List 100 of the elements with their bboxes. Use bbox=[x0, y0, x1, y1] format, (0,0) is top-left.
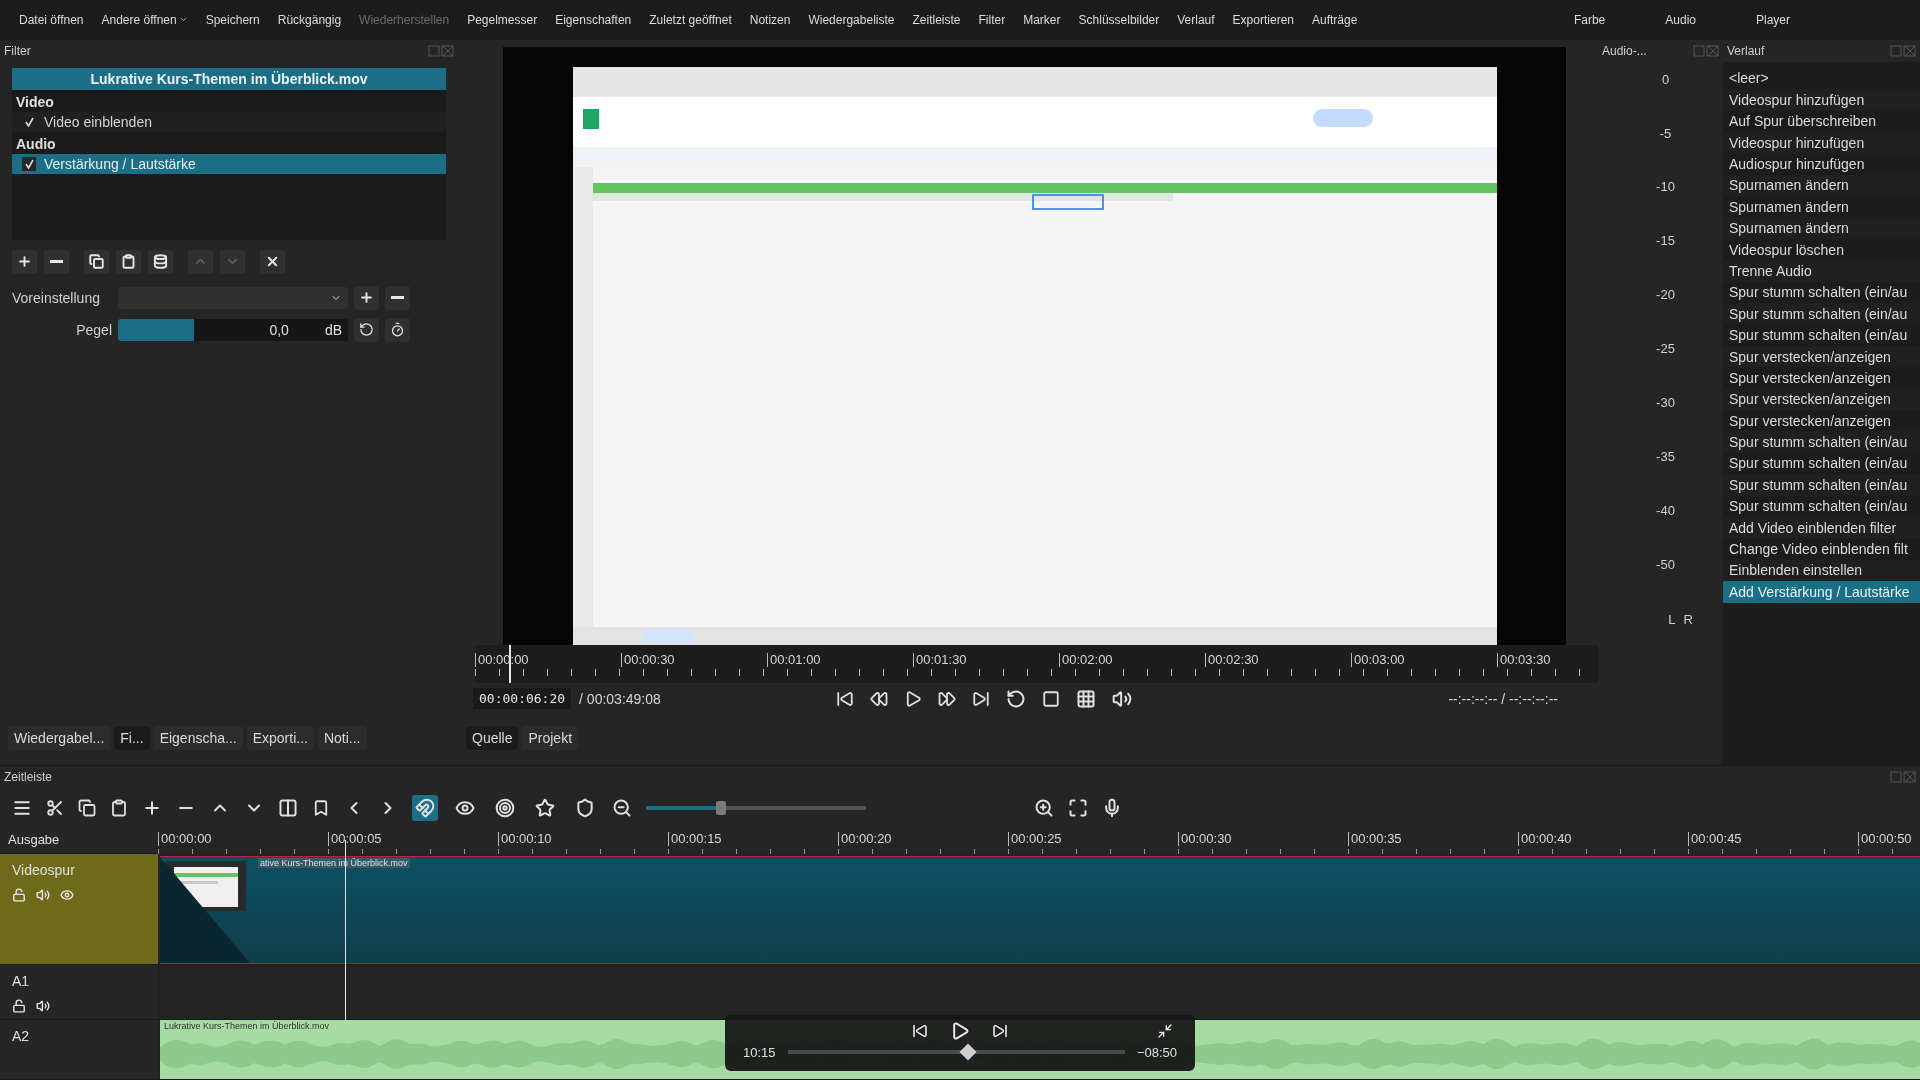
scale-label: -5 bbox=[1659, 125, 1672, 141]
gain-label: Pegel bbox=[75, 321, 112, 338]
paste-icon[interactable] bbox=[110, 799, 128, 817]
history-item[interactable]: Spurnamen ändern bbox=[1723, 174, 1920, 197]
skip-forward-icon[interactable] bbox=[992, 1023, 1008, 1039]
dock-tab[interactable]: Noti... bbox=[317, 726, 367, 750]
square-icon[interactable] bbox=[1041, 689, 1060, 708]
layout-button[interactable]: Player bbox=[1726, 12, 1820, 27]
lock-icon[interactable] bbox=[12, 999, 26, 1013]
history-item[interactable]: Spur verstecken/anzeigen bbox=[1723, 388, 1920, 410]
dock-tab[interactable]: Eigenscha... bbox=[153, 726, 243, 750]
menu-item[interactable]: Rückgängig bbox=[268, 12, 351, 27]
menu-item[interactable]: Marker bbox=[1014, 12, 1070, 27]
volume-icon[interactable] bbox=[1111, 688, 1132, 709]
deselect-button[interactable] bbox=[260, 249, 285, 274]
scale-label: -10 bbox=[1656, 179, 1675, 195]
history-item[interactable]: Spurnamen ändern bbox=[1723, 217, 1920, 239]
menu-item[interactable]: Datei öffnen bbox=[10, 12, 93, 27]
history-item[interactable]: Spur stumm schalten (ein/au bbox=[1723, 303, 1920, 325]
filter-name: Video einblenden bbox=[44, 113, 152, 130]
ruler-label: 00:00:30 bbox=[621, 652, 767, 667]
skip-forward-icon[interactable] bbox=[971, 689, 990, 708]
reset-button[interactable] bbox=[354, 317, 379, 342]
ruler-label: 00:00:10 bbox=[498, 832, 668, 846]
fast-forward-icon[interactable] bbox=[937, 689, 956, 708]
history-item[interactable]: Spur verstecken/anzeigen bbox=[1723, 345, 1920, 368]
filter-row[interactable]: Verstärkung / Lautstärke bbox=[12, 153, 446, 174]
rewind-icon[interactable] bbox=[869, 689, 888, 708]
zoom-in-icon[interactable] bbox=[1034, 798, 1054, 818]
menu-item[interactable]: Filter bbox=[969, 12, 1015, 27]
loop-icon[interactable] bbox=[1005, 688, 1026, 709]
history-item[interactable]: Add Verstärkung / Lautstärke bbox=[1723, 581, 1920, 603]
menu-item[interactable]: Verlauf bbox=[1168, 12, 1224, 27]
skip-back-icon[interactable] bbox=[835, 689, 854, 708]
menu-item[interactable]: Notizen bbox=[740, 12, 800, 27]
gain-slider[interactable]: 0,0 dB bbox=[118, 318, 348, 341]
speaker-icon[interactable] bbox=[36, 999, 50, 1013]
dock-tab[interactable]: Wiedergabel... bbox=[8, 726, 111, 750]
zoom-out-icon[interactable] bbox=[612, 798, 632, 818]
eye-icon[interactable] bbox=[60, 888, 74, 902]
history-item[interactable]: Einblenden einstellen bbox=[1723, 559, 1920, 582]
menu-icon[interactable] bbox=[12, 798, 32, 818]
checkbox[interactable] bbox=[22, 156, 36, 171]
view-tab[interactable]: Quelle bbox=[466, 726, 519, 750]
scissors-icon[interactable] bbox=[46, 799, 64, 817]
view-tab[interactable]: Projekt bbox=[522, 726, 579, 750]
track-header[interactable]: Videospur bbox=[0, 854, 158, 965]
magnet-toggle[interactable] bbox=[412, 795, 438, 821]
add-filter-button[interactable] bbox=[12, 249, 37, 274]
history-item[interactable]: Videospur hinzufügen bbox=[1723, 131, 1920, 154]
history-item[interactable]: Spur stumm schalten (ein/au bbox=[1723, 431, 1920, 453]
layout-button[interactable]: Farbe bbox=[1543, 12, 1636, 27]
remove-preset-button[interactable] bbox=[385, 285, 410, 310]
scale-label: -25 bbox=[1656, 341, 1675, 357]
history-item[interactable]: Trenne Audio bbox=[1723, 260, 1920, 282]
menu-item[interactable]: Speichern bbox=[196, 12, 269, 27]
zoom-thumb[interactable] bbox=[715, 801, 726, 815]
dock-tab[interactable]: Fi... bbox=[114, 726, 150, 750]
copy-icon[interactable] bbox=[78, 799, 96, 817]
plus-icon bbox=[359, 290, 374, 306]
menu-item[interactable]: Aufträge bbox=[1303, 12, 1367, 27]
menu-item[interactable]: Exportieren bbox=[1223, 12, 1303, 27]
menu-item[interactable]: Andere öffnen bbox=[92, 12, 197, 27]
mic-icon[interactable] bbox=[1102, 798, 1122, 818]
shield-icon bbox=[575, 798, 595, 818]
plus-icon[interactable] bbox=[142, 798, 162, 818]
scale-label: -15 bbox=[1656, 233, 1675, 249]
save-button[interactable] bbox=[148, 249, 173, 274]
history-item[interactable]: Spur stumm schalten (ein/au bbox=[1723, 474, 1920, 496]
ruler-label: 00:01:00 bbox=[767, 652, 913, 667]
marker-icon[interactable] bbox=[312, 799, 330, 817]
fit-icon[interactable] bbox=[1068, 798, 1088, 818]
copy-icon bbox=[89, 254, 104, 270]
skip-back-icon[interactable] bbox=[912, 1023, 928, 1039]
history-item[interactable]: Add Video einblenden filter bbox=[1723, 516, 1920, 539]
split-icon[interactable] bbox=[278, 798, 298, 818]
remove-filter-button[interactable] bbox=[44, 249, 69, 274]
add-preset-button[interactable] bbox=[354, 285, 379, 310]
menu-item[interactable]: Zuletzt geöffnet bbox=[640, 12, 741, 27]
play-icon[interactable] bbox=[950, 1021, 970, 1041]
menu-item[interactable]: Eigenschaften bbox=[546, 12, 641, 27]
collapse-icon[interactable] bbox=[1157, 1023, 1173, 1039]
gain-value: 0,0 bbox=[269, 321, 289, 338]
reset-icon bbox=[359, 322, 374, 338]
copy-button[interactable] bbox=[84, 249, 109, 274]
history-item[interactable]: Videospur hinzufügen bbox=[1723, 89, 1920, 111]
layout-button[interactable]: Audio bbox=[1635, 12, 1726, 27]
menu-item[interactable]: Schlüsselbilder bbox=[1069, 12, 1169, 27]
scale-label: -40 bbox=[1656, 502, 1675, 518]
keyframe-button[interactable] bbox=[385, 317, 410, 342]
timecode-field[interactable]: 00:00:06:20 bbox=[473, 688, 572, 710]
menu-item[interactable]: Wiedergabeliste bbox=[799, 12, 904, 27]
filter-row[interactable]: Video einblenden bbox=[12, 111, 446, 132]
minus-icon bbox=[50, 260, 63, 264]
menu-item[interactable]: Pegelmesser bbox=[458, 12, 547, 27]
grid-icon[interactable] bbox=[1075, 688, 1096, 709]
ruler-label: 00:02:00 bbox=[1059, 652, 1205, 667]
dock-tab[interactable]: Exporti... bbox=[246, 726, 314, 750]
paste-button[interactable] bbox=[116, 249, 141, 274]
menu-item[interactable]: Zeitleiste bbox=[903, 12, 970, 27]
